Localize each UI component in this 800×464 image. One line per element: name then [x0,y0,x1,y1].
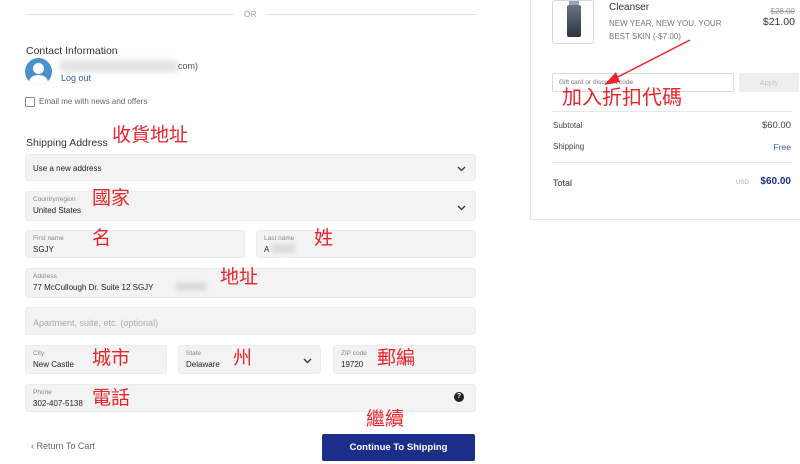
or-divider-text: OR [244,10,257,19]
total-value: $60.00 [760,176,791,187]
phone-label: Phone [33,389,52,396]
country-label: Country/region [33,196,76,203]
continue-to-shipping-button[interactable]: Continue To Shipping [322,434,475,461]
bottle-body [567,5,581,37]
divider-right [266,14,476,15]
user-avatar-icon [25,58,52,85]
address-value: 77 McCullough Dr. Suite 12 SGJY [33,283,154,292]
annotation-shipping-address: 收貨地址 [112,124,189,146]
annotation-zip: 郵編 [377,347,416,369]
annotation-city: 城市 [92,347,131,369]
annotation-discount-code: 加入折扣代碼 [562,85,682,109]
annotation-last-name: 姓 [314,227,334,249]
city-value: New Castle [33,360,74,369]
first-name-field[interactable]: First name SGJY [25,230,245,258]
total-label: Total [553,178,573,188]
chevron-down-icon [303,358,312,364]
chevron-left-icon: ‹ [31,441,34,451]
product-price-discounted: $21.00 [762,16,795,28]
first-name-label: First name [33,235,64,242]
currency-code: USD [736,180,749,186]
return-to-cart-label: Return To Cart [36,441,95,451]
state-label: State [186,350,202,357]
product-name: Cleanser [609,2,650,13]
redacted-last-name [271,244,295,253]
question-circle-icon[interactable]: ? [454,392,464,402]
apply-discount-button[interactable]: Apply [739,73,799,92]
redacted-address [176,282,206,291]
last-name-label: Last name [264,235,295,242]
zip-label: ZIP code [341,350,367,357]
logout-link[interactable]: Log out [61,73,91,83]
annotation-arrow [604,39,691,85]
subtotal-label: Subtotal [553,121,583,130]
newsletter-label: Email me with news and offers [39,97,148,106]
return-to-cart-link[interactable]: ‹ Return To Cart [31,441,95,451]
annotation-state: 州 [233,347,253,369]
state-value: Delaware [186,360,220,369]
shipping-value: Free [773,142,791,152]
chevron-down-icon [457,205,466,211]
summary-divider-bottom [552,162,792,163]
annotation-continue: 繼續 [366,408,405,430]
summary-divider-top [552,111,792,112]
apartment-placeholder: Apartment, suite, etc. (optional) [33,318,159,328]
redacted-email [60,60,178,72]
country-value: United States [33,206,82,215]
subtotal-value: $60.00 [761,120,791,131]
contact-heading: Contact Information [26,45,118,57]
last-name-value: A [264,245,270,254]
annotation-country: 國家 [92,187,131,209]
saved-address-select[interactable]: Use a new address [25,154,476,181]
last-name-field[interactable]: Last name A [256,230,476,258]
newsletter-checkbox[interactable] [25,97,35,107]
phone-value: 302-407-5138 [33,399,83,408]
annotation-address: 地址 [220,266,259,288]
saved-address-value: Use a new address [33,164,102,173]
zip-value: 19720 [341,360,364,369]
annotation-first-name: 名 [92,227,112,249]
avatar-head [33,63,44,74]
shipping-label: Shipping [553,142,585,151]
divider-left [26,14,234,15]
first-name-value: SGJY [33,245,54,254]
product-price-original: $28.00 [770,7,795,16]
annotation-phone: 電話 [92,387,131,409]
chevron-down-icon [457,166,466,172]
apartment-field[interactable]: Apartment, suite, etc. (optional) [25,307,476,335]
avatar-body [29,75,48,85]
cleanser-bottle-icon [552,0,594,44]
city-label: City [33,350,45,357]
shipping-heading: Shipping Address [26,137,108,149]
email-suffix: com) [178,61,198,71]
address-label: Address [33,273,57,280]
